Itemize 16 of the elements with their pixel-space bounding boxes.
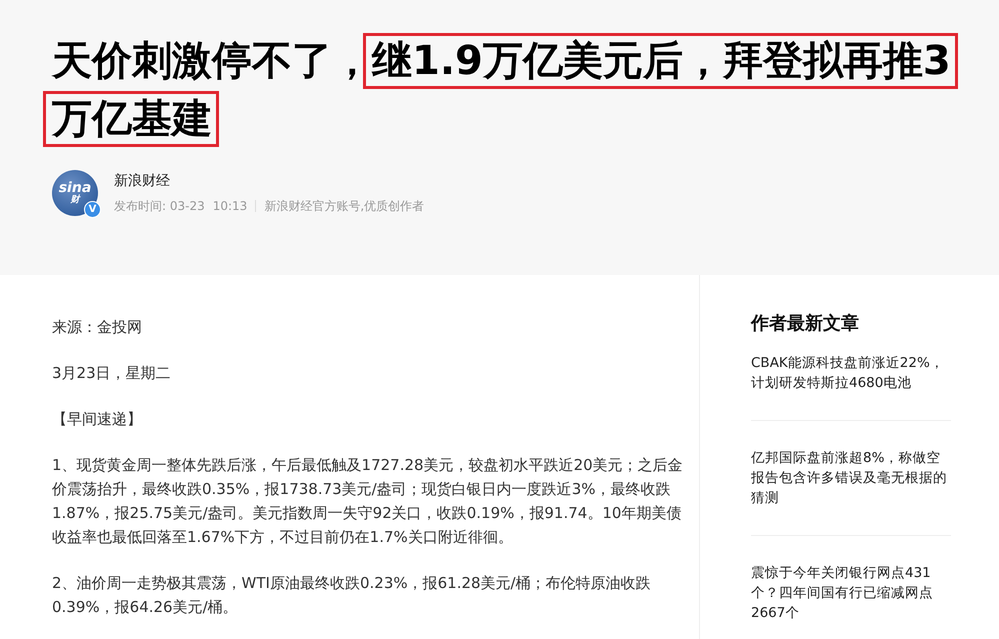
publish-time: 10:13 — [212, 199, 248, 213]
article-link[interactable]: 亿邦国际盘前涨超8%，称做空报告包含许多错误及毫无根据的猜测 — [751, 448, 951, 536]
highlighted-title-text: 万亿基建 — [46, 94, 216, 144]
article-link[interactable]: 震惊于今年关闭银行网点431个？四年间国有行已缩减网点2667个 — [751, 563, 951, 639]
article-paragraph: 【早间速递】 — [52, 409, 143, 430]
article-paragraph: 1、现货黄金周一整体先跌后涨，午后最低触及1727.28美元，较盘初水平跌近20美元；之后金价震荡抬升，最终收跌0.35%，报1738.73美元/盎司；现货白银日内一度跌近3%，最终收跌1.87%，报25.75美元/盎司。美元指数周一失守92关口，收跌0.19%，报91.74。10年期美债收益率也最低回落至1.67%下方，不过目前仍在1.7%关口附近徘徊。 — [52, 455, 684, 548]
article-paragraph: 2、油价周一走势极其震荡，WTI原油最终收跌0.23%，报61.28美元/桶；布伦特原油收跌0.39%，报64.26美元/桶。 — [52, 573, 652, 618]
verified-badge: V — [84, 201, 101, 218]
article-link[interactable]: CBAK能源科技盘前涨近22%，计划研发特斯拉4680电池 — [751, 353, 951, 421]
author-avatar[interactable]: sina 财 V — [52, 170, 98, 216]
author-name[interactable]: 新浪财经 — [114, 172, 424, 190]
sidebar-title: 作者最新文章 — [751, 312, 860, 335]
article-paragraph: 来源：金投网 — [52, 317, 143, 338]
author-description: 新浪财经官方账号,优质创作者 — [264, 198, 424, 214]
publish-date: 发布时间: 03-23 — [114, 198, 205, 214]
article-paragraph: 3月23日，星期二 — [52, 363, 172, 384]
